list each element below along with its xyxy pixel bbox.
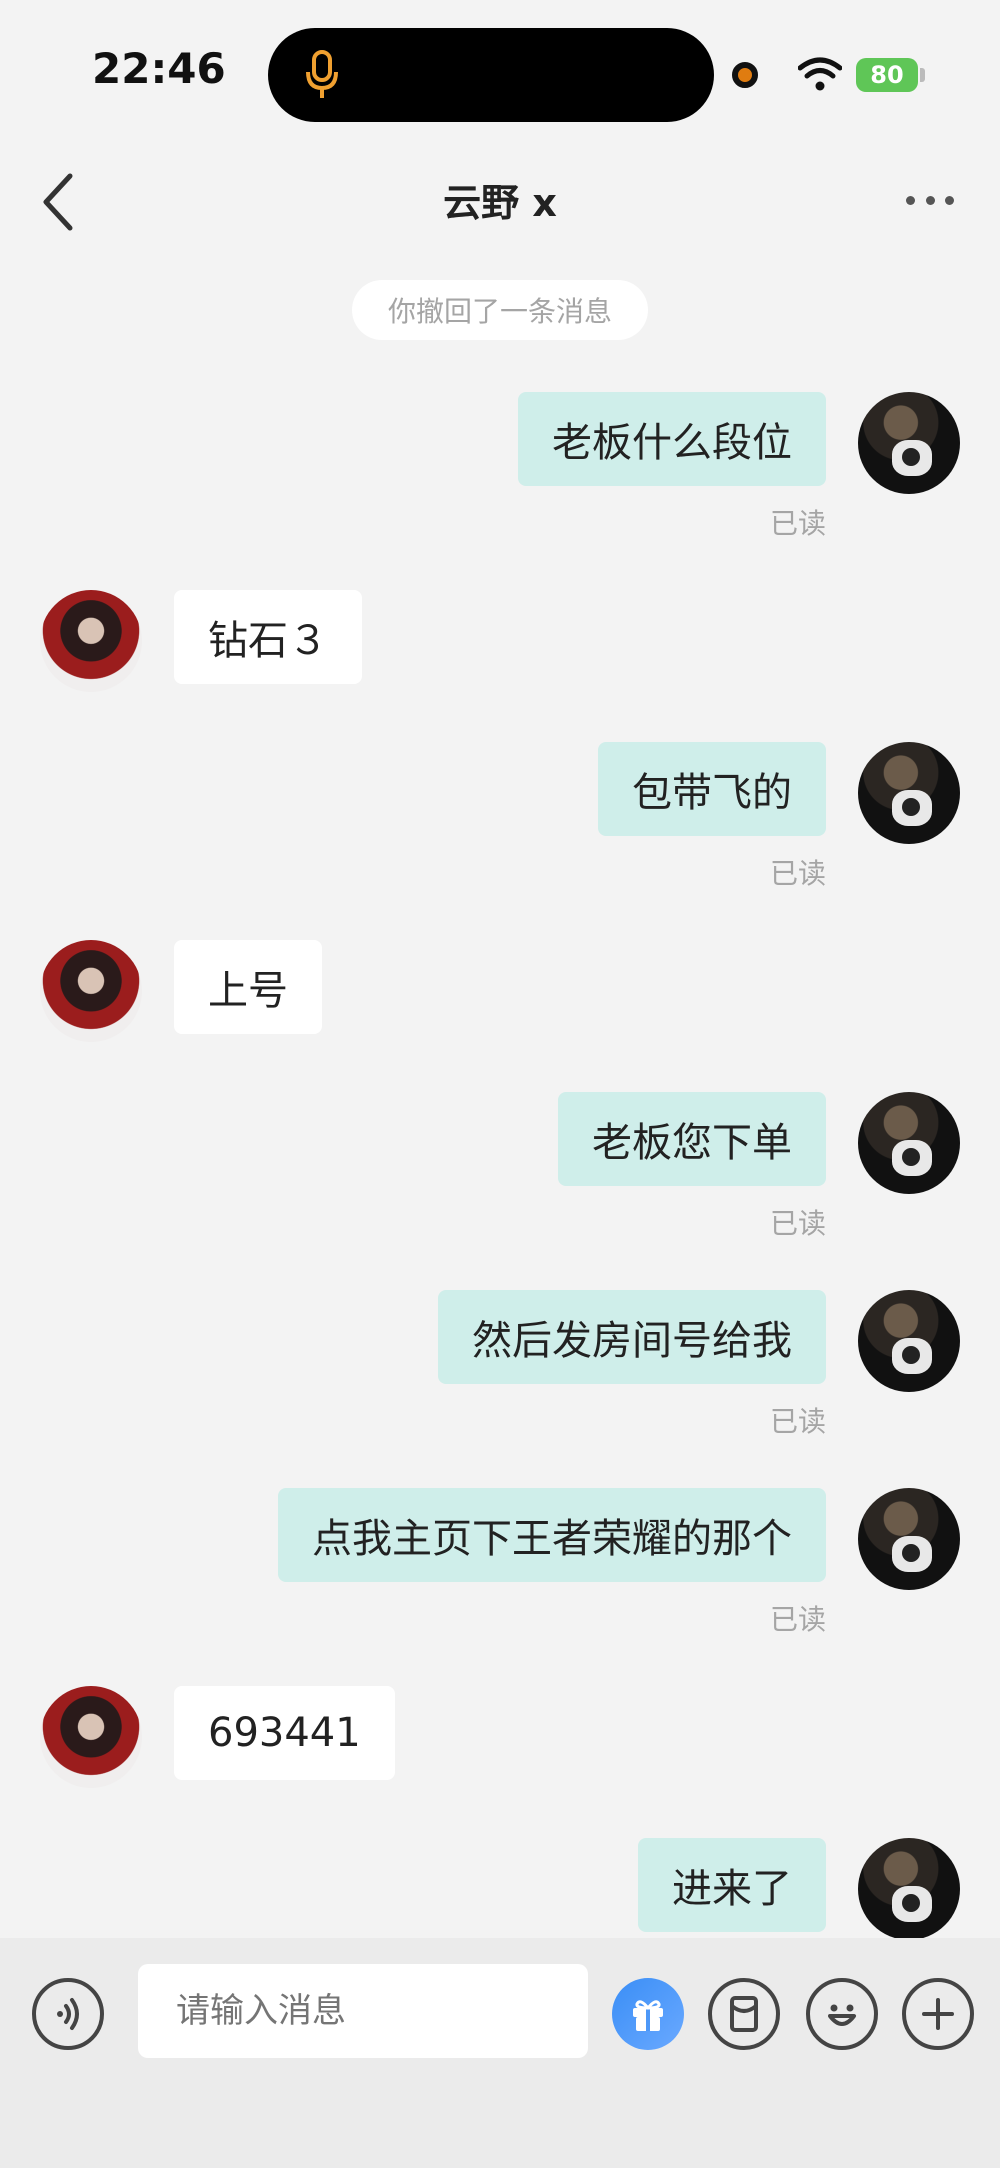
recording-indicator <box>732 62 758 88</box>
contact-avatar[interactable] <box>40 1686 142 1788</box>
read-receipt: 已读 <box>769 1207 826 1240</box>
red-packet-icon[interactable] <box>708 1978 780 2050</box>
contact-message-bubble[interactable]: 693441 <box>174 1686 395 1780</box>
battery-level: 80 <box>870 61 904 89</box>
message-input[interactable] <box>138 1964 588 2058</box>
system-notice: 你撤回了一条消息 <box>352 280 648 340</box>
more-options-icon[interactable] <box>906 180 954 220</box>
my-avatar[interactable] <box>858 1838 960 1940</box>
my-message-bubble[interactable]: 然后发房间号给我 <box>438 1290 826 1384</box>
plus-icon[interactable] <box>902 1978 974 2050</box>
emoji-icon[interactable] <box>806 1978 878 2050</box>
my-avatar[interactable] <box>858 1290 960 1392</box>
gift-icon[interactable] <box>612 1978 684 2050</box>
contact-avatar[interactable] <box>40 940 142 1042</box>
voice-icon[interactable] <box>32 1978 104 2050</box>
read-receipt: 已读 <box>769 1603 826 1636</box>
my-avatar[interactable] <box>858 1092 960 1194</box>
my-message-bubble[interactable]: 进来了 <box>638 1838 826 1932</box>
contact-message-bubble[interactable]: 钻石３ <box>174 590 362 684</box>
my-message-bubble[interactable]: 包带飞的 <box>598 742 826 836</box>
wifi-icon <box>798 57 842 91</box>
battery-tip <box>920 68 925 82</box>
my-avatar[interactable] <box>858 742 960 844</box>
chat-header: 云野 x <box>0 150 1000 270</box>
input-bar <box>0 1938 1000 2168</box>
contact-avatar[interactable] <box>40 590 142 692</box>
dynamic-island <box>268 28 714 122</box>
my-message-bubble[interactable]: 老板您下单 <box>558 1092 826 1186</box>
my-avatar[interactable] <box>858 1488 960 1590</box>
read-receipt: 已读 <box>769 1405 826 1438</box>
status-bar: 22:46 80 <box>0 0 1000 150</box>
chat-title: 云野 x <box>443 181 557 225</box>
my-message-bubble[interactable]: 老板什么段位 <box>518 392 826 486</box>
read-receipt: 已读 <box>769 507 826 540</box>
my-avatar[interactable] <box>858 392 960 494</box>
contact-message-bubble[interactable]: 上号 <box>174 940 322 1034</box>
read-receipt: 已读 <box>769 857 826 890</box>
status-time: 22:46 <box>92 44 226 93</box>
microphone-icon <box>306 50 338 98</box>
battery-indicator: 80 <box>856 58 918 92</box>
my-message-bubble[interactable]: 点我主页下王者荣耀的那个 <box>278 1488 826 1582</box>
